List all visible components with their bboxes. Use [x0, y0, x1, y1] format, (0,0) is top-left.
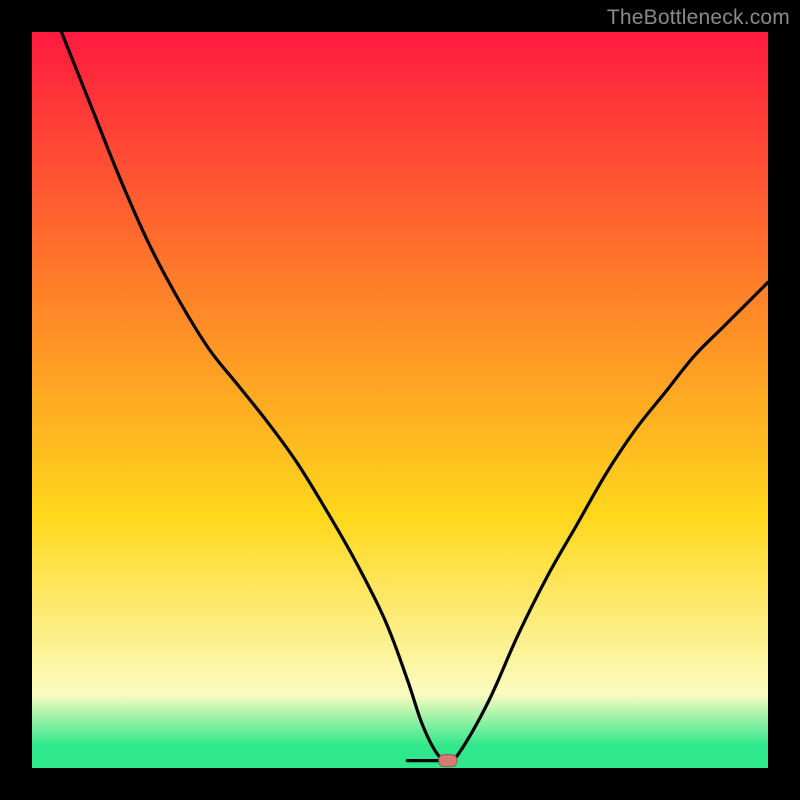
chart-container: TheBottleneck.com [0, 0, 800, 800]
watermark-text: TheBottleneck.com [607, 6, 790, 30]
bottleneck-chart [32, 32, 768, 768]
optimal-point-marker [439, 755, 457, 767]
